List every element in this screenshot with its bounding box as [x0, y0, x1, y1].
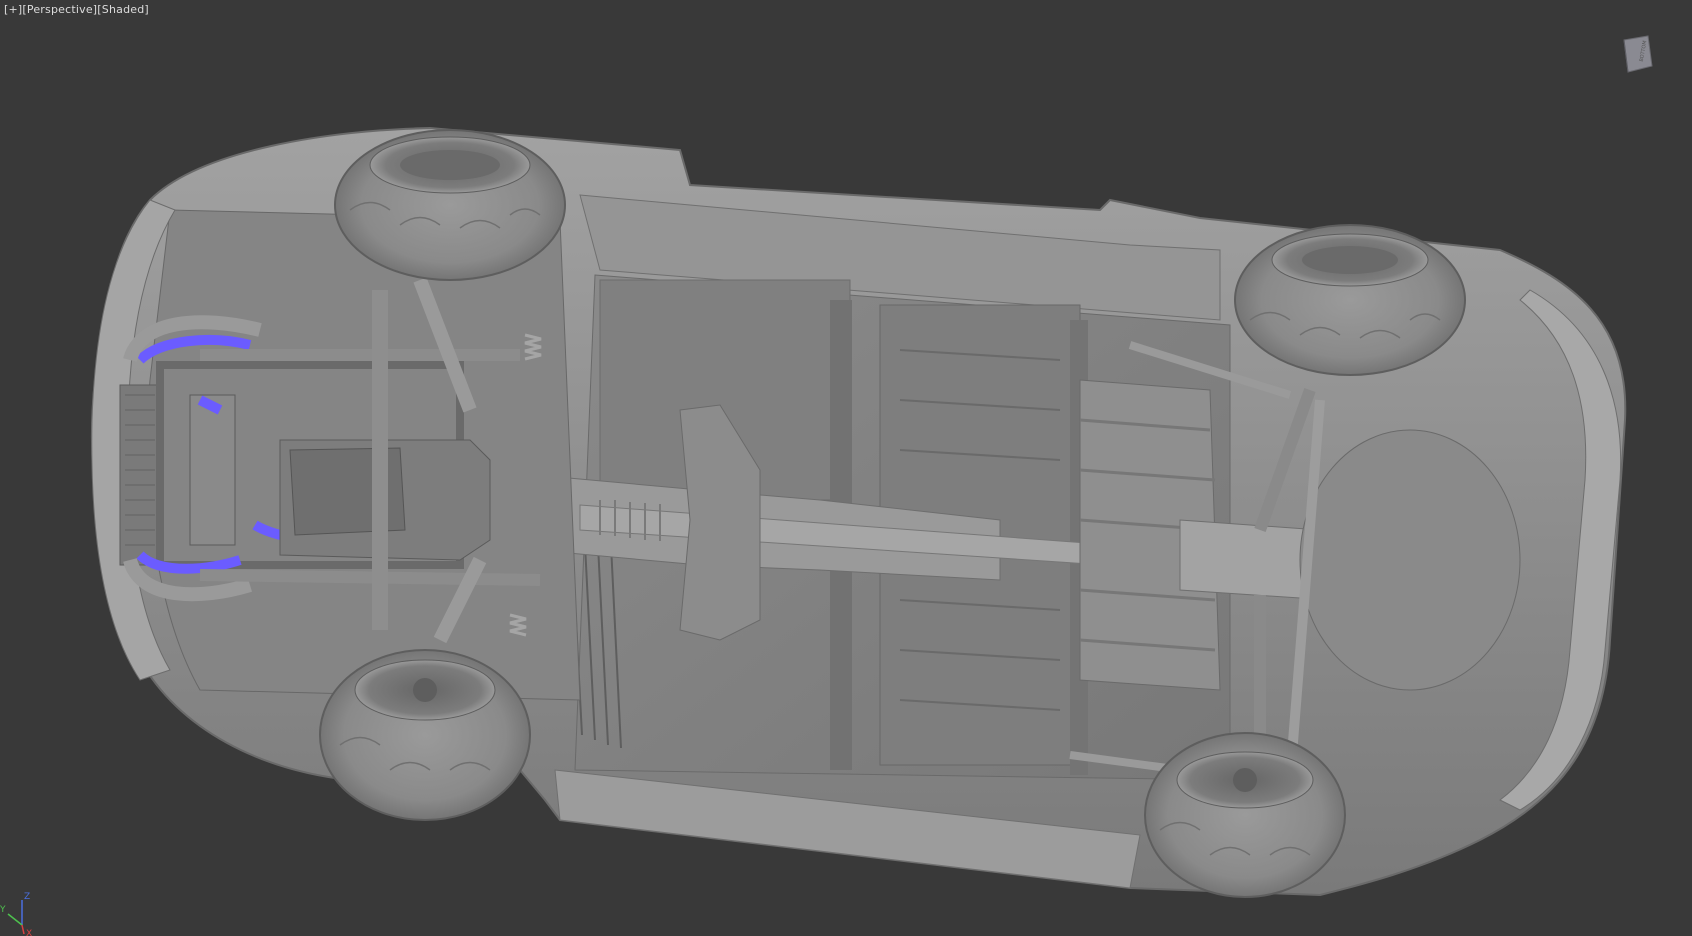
viewcube-widget[interactable]: BOTTOM — [1620, 34, 1656, 74]
rear-left-wheel — [1234, 224, 1466, 376]
y-axis-label: Y — [0, 905, 6, 915]
car-underbody-model[interactable] — [0, 0, 1692, 936]
y-axis-line — [7, 913, 23, 926]
viewport-shading-menu[interactable]: [Shaded] — [97, 3, 149, 16]
perspective-viewport[interactable]: [+] [Perspective] [Shaded] BOTTOM Z Y X — [0, 0, 1692, 936]
x-axis-line — [21, 924, 25, 935]
axis-tripod: Z Y X — [0, 892, 32, 936]
radiator-fan — [189, 394, 236, 546]
front-left-wheel — [334, 129, 566, 281]
rear-right-wheel — [1144, 732, 1346, 898]
front-right-wheel — [319, 649, 531, 821]
x-axis-label: X — [26, 929, 32, 936]
z-axis-label: Z — [24, 892, 30, 902]
front-subframe-lower — [199, 569, 541, 586]
intercooler — [119, 384, 161, 566]
viewport-plus-menu[interactable]: [+] — [4, 3, 22, 16]
viewport-point-of-view-menu[interactable]: [Perspective] — [22, 3, 97, 16]
spare-tire-well — [1299, 429, 1521, 691]
viewport-label-menu: [+] [Perspective] [Shaded] — [4, 3, 149, 16]
